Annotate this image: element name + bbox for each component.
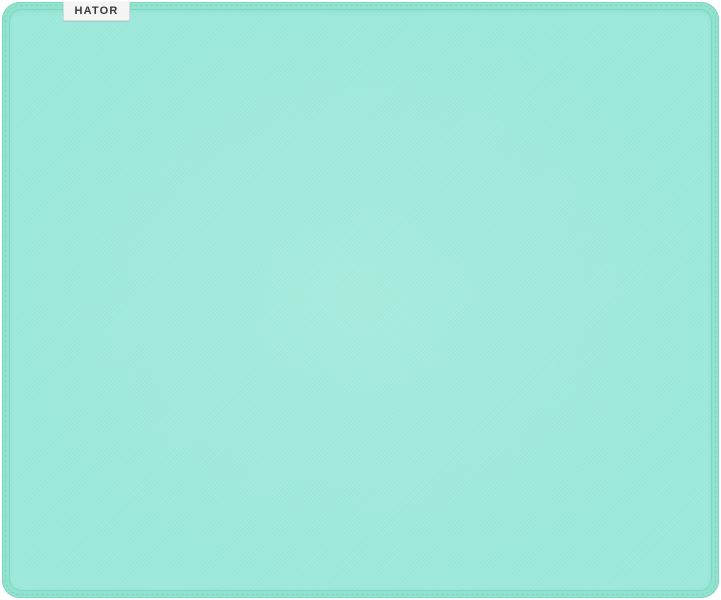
brand-tag: HATOR bbox=[63, 2, 130, 21]
mousepad-surface bbox=[9, 9, 712, 591]
mousepad bbox=[2, 2, 719, 598]
brand-label: HATOR bbox=[74, 5, 119, 17]
